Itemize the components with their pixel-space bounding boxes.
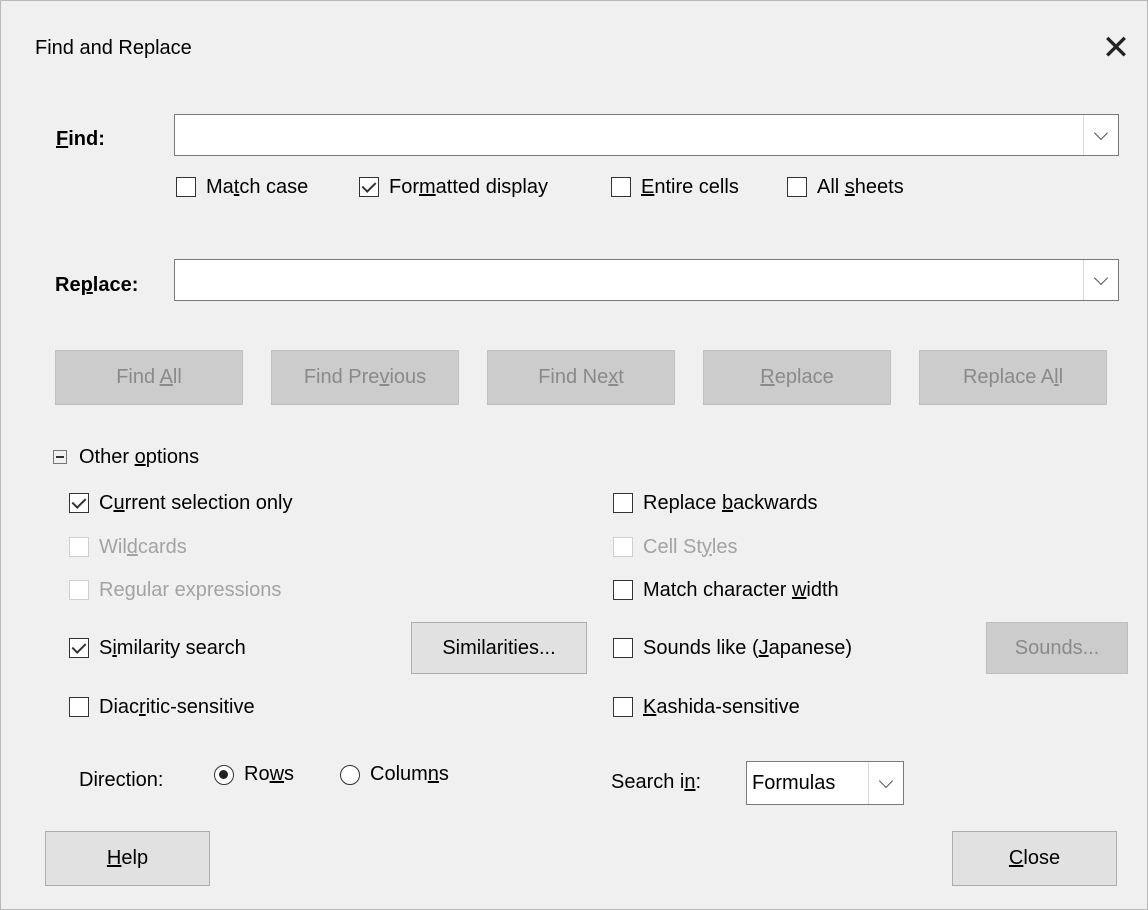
find-input[interactable] (174, 114, 1119, 156)
entire-cells-label: Entire cells (641, 175, 739, 198)
replace-backwards-box[interactable] (613, 493, 633, 513)
formatted-display-label: Formatted display (389, 175, 548, 198)
chevron-down-icon (878, 773, 894, 788)
search-in-dropdown-button[interactable] (868, 762, 903, 804)
replace-input[interactable] (174, 259, 1119, 301)
match-character-width-label: Match character width (643, 578, 839, 601)
cell-styles-label: Cell Styles (643, 535, 738, 558)
close-label: Close (1008, 847, 1061, 869)
close-icon[interactable]: ✕ (1099, 31, 1133, 65)
find-all-label: Find All (116, 366, 182, 388)
similarities-button[interactable]: Similarities... (411, 622, 587, 674)
regular-expressions-checkbox[interactable]: Regular expressions (69, 576, 281, 604)
cell-styles-box[interactable] (613, 537, 633, 557)
all-sheets-label: All sheets (817, 175, 904, 198)
kashida-sensitive-box[interactable] (613, 697, 633, 717)
search-in-value: Formulas (752, 772, 836, 794)
cell-styles-checkbox[interactable]: Cell Styles (613, 533, 737, 561)
current-selection-only-box[interactable] (69, 493, 89, 513)
similarities-label: Similarities... (442, 636, 556, 659)
chevron-down-icon (1093, 270, 1109, 285)
other-options-header[interactable]: Other options (79, 446, 199, 469)
find-previous-label: Find Previous (303, 366, 427, 388)
find-next-label: Find Next (538, 366, 624, 388)
wildcards-checkbox[interactable]: Wildcards (69, 533, 187, 561)
similarity-search-label: Similarity search (99, 636, 246, 659)
replace-backwards-checkbox[interactable]: Replace backwards (613, 489, 818, 517)
all-sheets-box[interactable] (787, 177, 807, 197)
match-character-width-box[interactable] (613, 580, 633, 600)
columns-radio[interactable]: Columns (340, 763, 449, 786)
help-label: Help (106, 847, 149, 869)
replace-backwards-label: Replace backwards (643, 491, 818, 514)
wildcards-box[interactable] (69, 537, 89, 557)
rows-radio[interactable]: Rows (214, 763, 294, 786)
rows-label: Rows (244, 763, 295, 785)
find-replace-dialog: Find and Replace ✕ Find: Match case Form… (0, 0, 1148, 910)
find-label: Find: (56, 128, 105, 150)
collapse-icon[interactable] (53, 450, 67, 464)
regular-expressions-label: Regular expressions (99, 578, 282, 601)
kashida-sensitive-label: Kashida-sensitive (643, 695, 800, 718)
similarity-search-checkbox[interactable]: Similarity search (69, 634, 246, 662)
current-selection-only-checkbox[interactable]: Current selection only (69, 489, 292, 517)
replace-button-label: Replace (760, 366, 834, 388)
diacritic-sensitive-checkbox[interactable]: Diacritic-sensitive (69, 693, 255, 721)
columns-radio-circle[interactable] (340, 764, 360, 785)
sounds-like-checkbox[interactable]: Sounds like (Japanese) (613, 634, 852, 662)
wildcards-label: Wildcards (99, 535, 187, 558)
find-all-button[interactable]: Find All (55, 350, 243, 405)
match-case-box[interactable] (176, 177, 196, 197)
match-case-label: Match case (206, 175, 309, 198)
direction-label: Direction: (79, 769, 164, 791)
formatted-display-checkbox[interactable]: Formatted display (359, 173, 548, 201)
sounds-label: Sounds... (1014, 636, 1100, 659)
match-character-width-checkbox[interactable]: Match character width (613, 576, 839, 604)
sounds-like-box[interactable] (613, 638, 633, 658)
replace-dropdown-button[interactable] (1083, 260, 1118, 300)
search-in-select[interactable]: Formulas (746, 761, 904, 805)
columns-label: Columns (370, 763, 449, 785)
entire-cells-box[interactable] (611, 177, 631, 197)
match-case-checkbox[interactable]: Match case (176, 173, 308, 201)
formatted-display-box[interactable] (359, 177, 379, 197)
replace-button[interactable]: Replace (703, 350, 891, 405)
find-next-button[interactable]: Find Next (487, 350, 675, 405)
rows-radio-circle[interactable] (214, 764, 234, 785)
sounds-button[interactable]: Sounds... (986, 622, 1128, 674)
title-bar: Find and Replace ✕ (1, 1, 1147, 91)
kashida-sensitive-checkbox[interactable]: Kashida-sensitive (613, 693, 800, 721)
close-button[interactable]: Close (952, 831, 1117, 886)
replace-all-label: Replace All (962, 366, 1064, 388)
search-in-label: Search in: (611, 771, 702, 793)
replace-all-button[interactable]: Replace All (919, 350, 1107, 405)
chevron-down-icon (1093, 125, 1109, 140)
entire-cells-checkbox[interactable]: Entire cells (611, 173, 739, 201)
diacritic-sensitive-label: Diacritic-sensitive (99, 695, 255, 718)
current-selection-only-label: Current selection only (99, 491, 293, 514)
replace-label: Replace: (55, 274, 139, 296)
help-button[interactable]: Help (45, 831, 210, 886)
diacritic-sensitive-box[interactable] (69, 697, 89, 717)
find-dropdown-button[interactable] (1083, 115, 1118, 155)
window-title: Find and Replace (35, 37, 192, 59)
regular-expressions-box[interactable] (69, 580, 89, 600)
similarity-search-box[interactable] (69, 638, 89, 658)
find-previous-button[interactable]: Find Previous (271, 350, 459, 405)
sounds-like-label: Sounds like (Japanese) (643, 636, 853, 659)
all-sheets-checkbox[interactable]: All sheets (787, 173, 904, 201)
